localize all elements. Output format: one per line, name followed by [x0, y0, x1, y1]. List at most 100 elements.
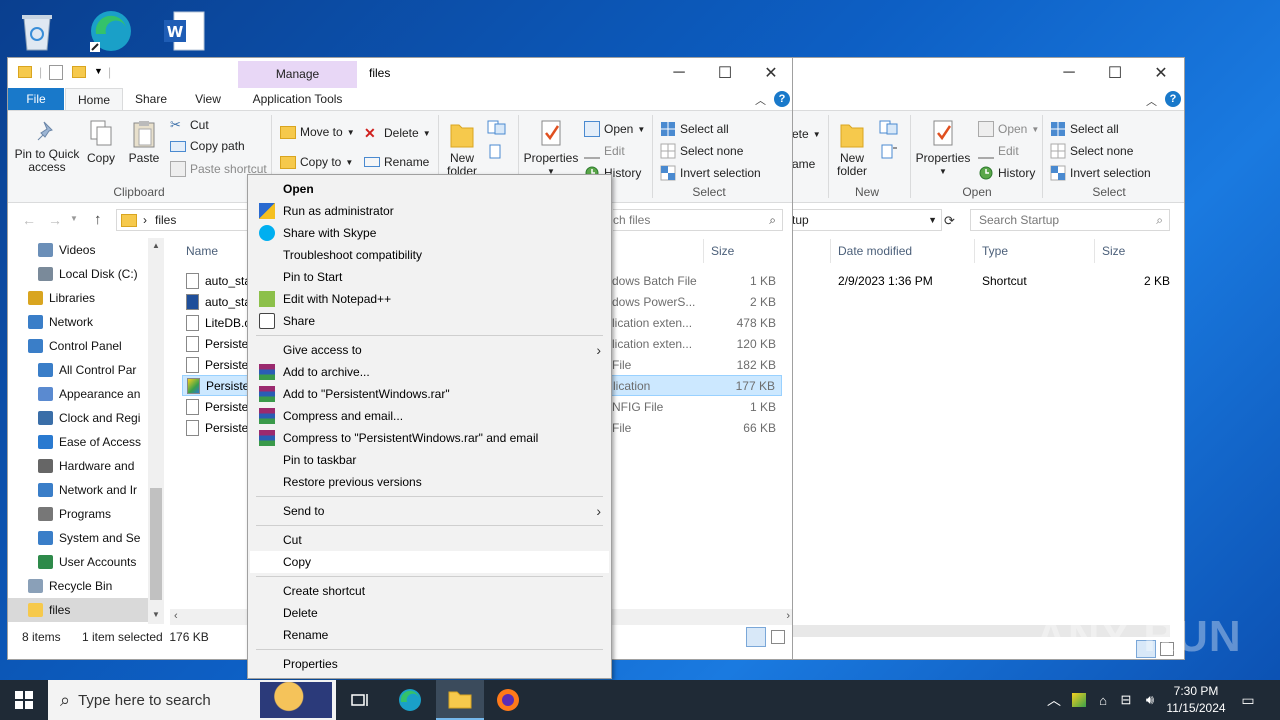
tab-view[interactable]: View — [184, 88, 232, 110]
sidebar-item-appearance-an[interactable]: Appearance an — [8, 382, 148, 406]
menu-item-send-to[interactable]: Send to › — [250, 500, 609, 522]
easy-access-icon[interactable] — [486, 143, 510, 164]
tiles-view-icon[interactable] — [771, 630, 785, 644]
menu-item-compress-and-email[interactable]: Compress and email... — [250, 405, 609, 427]
recent-locations-icon[interactable]: ▼ — [70, 214, 78, 223]
paste-button[interactable]: Paste — [128, 119, 160, 165]
properties-button[interactable]: Properties ▼ — [522, 119, 580, 178]
menu-item-cut[interactable]: Cut — [250, 529, 609, 551]
ribbon-collapse-icon[interactable]: ︿ — [755, 92, 766, 108]
menu-item-delete[interactable]: Delete — [250, 602, 609, 624]
maximize-button[interactable]: ☐ — [702, 58, 748, 88]
clock[interactable]: 7:30 PM 11/15/2024 — [1166, 683, 1226, 717]
menu-item-rename[interactable]: Rename — [250, 624, 609, 646]
easy-access-icon[interactable] — [878, 143, 900, 164]
help-icon[interactable]: ? — [774, 91, 790, 107]
select-all-button[interactable]: Select all — [1050, 121, 1119, 137]
invert-selection-button[interactable]: Invert selection — [660, 165, 761, 181]
edit-button[interactable]: Edit — [584, 143, 625, 159]
menu-item-run-as-administrator[interactable]: Run as administrator — [250, 200, 609, 222]
sidebar-item-network[interactable]: Network — [8, 310, 148, 334]
taskbar-edge[interactable] — [386, 680, 434, 720]
tab-home[interactable]: Home — [65, 88, 123, 110]
open-button[interactable]: Open ▼ — [978, 121, 1039, 137]
sidebar-item-libraries[interactable]: Libraries — [8, 286, 148, 310]
details-view-icon[interactable] — [746, 627, 766, 647]
menu-item-pin-to-taskbar[interactable]: Pin to taskbar — [250, 449, 609, 471]
sidebar-item-recycle-bin[interactable]: Recycle Bin — [8, 574, 148, 598]
nav-scrollbar[interactable]: ▲ ▼ — [148, 238, 164, 624]
menu-item-compress-to-persistentwindows-rar-and-email[interactable]: Compress to "PersistentWindows.rar" and … — [250, 427, 609, 449]
menu-item-add-to-archive[interactable]: Add to archive... — [250, 361, 609, 383]
tab-share[interactable]: Share — [126, 88, 176, 110]
menu-item-copy[interactable]: Copy — [250, 551, 609, 573]
sidebar-item-videos[interactable]: Videos — [8, 238, 148, 262]
startup-window[interactable]: ─ ☐ ✕ ︿ ? ete ▼ ame New folder New Proper… — [792, 57, 1185, 660]
column-type[interactable]: Type — [982, 244, 1008, 258]
sidebar-item-hardware-and[interactable]: Hardware and — [8, 454, 148, 478]
properties-button[interactable]: Properties ▼ — [914, 119, 972, 178]
copy-to-button[interactable]: Copy to ▼ — [280, 155, 353, 169]
menu-item-give-access-to[interactable]: Give access to › — [250, 339, 609, 361]
open-button[interactable]: Open ▼ — [584, 121, 645, 137]
column-size[interactable]: Size — [711, 244, 734, 258]
back-button[interactable]: ← — [22, 212, 36, 228]
navigation-pane[interactable]: Videos Local Disk (C:) Libraries Network Con… — [8, 238, 164, 624]
taskbar-file-explorer[interactable] — [436, 680, 484, 720]
new-item-icon[interactable] — [878, 119, 900, 140]
sidebar-item-clock-and-regi[interactable]: Clock and Regi — [8, 406, 148, 430]
customize-quick-access-icon[interactable]: ▼ — [94, 66, 103, 76]
show-hidden-icons[interactable]: ︿ — [1046, 680, 1062, 720]
properties-quick-icon[interactable] — [49, 65, 63, 80]
new-folder-button[interactable]: New folder — [834, 119, 870, 178]
minimize-button[interactable]: ─ — [1046, 58, 1092, 88]
chevron-down-icon[interactable]: ▼ — [928, 215, 937, 225]
rename-button[interactable]: ame — [792, 157, 815, 171]
sidebar-item-all-control-par[interactable]: All Control Par — [8, 358, 148, 382]
notifications-icon[interactable]: ▭ — [1236, 680, 1260, 720]
menu-item-troubleshoot-compatibility[interactable]: Troubleshoot compatibility — [250, 244, 609, 266]
context-menu[interactable]: Open Run as administrator Share with Skype… — [247, 174, 612, 679]
select-none-button[interactable]: Select none — [660, 143, 743, 159]
menu-item-add-to-persistentwindows-rar[interactable]: Add to "PersistentWindows.rar" — [250, 383, 609, 405]
select-none-button[interactable]: Select none — [1050, 143, 1133, 159]
sidebar-item-files[interactable]: files — [8, 598, 148, 622]
new-folder-button[interactable]: New folder — [444, 119, 480, 178]
column-name[interactable]: Name — [186, 244, 218, 258]
sidebar-item-network-and-ir[interactable]: Network and Ir — [8, 478, 148, 502]
tab-file[interactable]: File — [8, 88, 64, 110]
tray-app-icon[interactable] — [1070, 680, 1088, 720]
menu-item-share[interactable]: Share — [250, 310, 609, 332]
sidebar-item-programs[interactable]: Programs — [8, 502, 148, 526]
search-input[interactable]: ch files ⌕ — [613, 209, 783, 231]
taskbar-firefox[interactable] — [484, 680, 532, 720]
pin-quick-access-button[interactable]: Pin to Quick access — [14, 119, 80, 174]
move-to-button[interactable]: Move to ▼ — [280, 125, 355, 139]
search-input[interactable]: Search Startup ⌕ — [970, 209, 1170, 231]
word-icon[interactable]: W — [162, 8, 208, 54]
sidebar-item-local-disk-c[interactable]: Local Disk (C:) — [8, 262, 148, 286]
sidebar-item-system-and-se[interactable]: System and Se — [8, 526, 148, 550]
column-size[interactable]: Size — [1102, 244, 1125, 258]
select-all-button[interactable]: Select all — [660, 121, 729, 137]
new-folder-quick-icon[interactable] — [72, 66, 86, 78]
menu-item-restore-previous-versions[interactable]: Restore previous versions — [250, 471, 609, 493]
new-item-icon[interactable] — [486, 119, 510, 140]
edit-button[interactable]: Edit — [978, 143, 1019, 159]
table-row[interactable]: 2/9/2023 1:36 PM — [838, 270, 933, 291]
taskbar-search[interactable]: ⌕ Type here to search — [48, 680, 336, 720]
rename-button[interactable]: Rename — [364, 155, 429, 169]
start-button[interactable] — [0, 680, 48, 720]
invert-selection-button[interactable]: Invert selection — [1050, 165, 1151, 181]
menu-item-properties[interactable]: Properties — [250, 653, 609, 675]
battery-icon[interactable]: ⌂ — [1094, 680, 1112, 720]
menu-item-edit-with-notepad[interactable]: Edit with Notepad++ — [250, 288, 609, 310]
menu-item-create-shortcut[interactable]: Create shortcut — [250, 580, 609, 602]
menu-item-share-with-skype[interactable]: Share with Skype — [250, 222, 609, 244]
sidebar-item-control-panel[interactable]: Control Panel — [8, 334, 148, 358]
delete-button[interactable]: ete ▼ — [792, 127, 821, 141]
edge-icon[interactable] — [88, 8, 134, 54]
refresh-icon[interactable]: ⟳ — [944, 213, 955, 229]
manage-tab[interactable]: Manage — [238, 61, 357, 88]
task-view-button[interactable] — [336, 680, 384, 720]
